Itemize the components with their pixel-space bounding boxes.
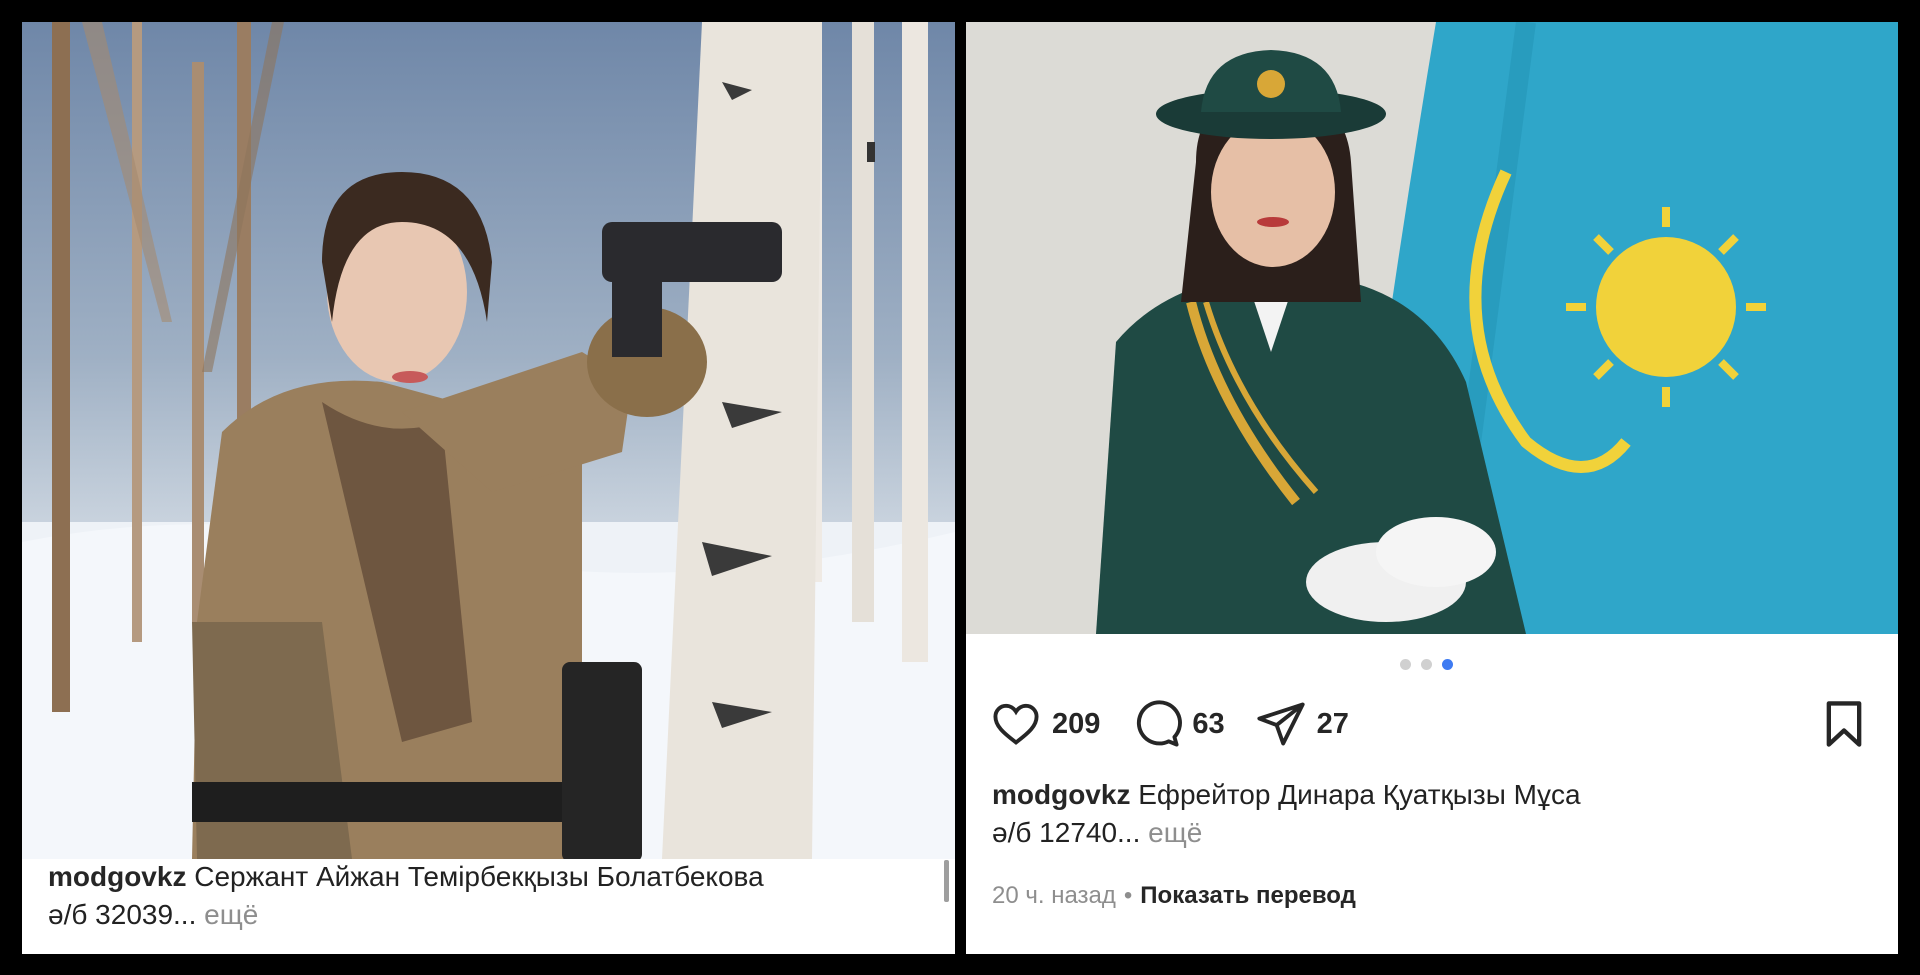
carousel-dot-3-active[interactable] — [1442, 659, 1453, 670]
like-button[interactable]: 209 — [990, 698, 1100, 750]
share-icon — [1257, 702, 1305, 746]
username-link[interactable]: modgovkz — [48, 861, 186, 892]
scrollbar[interactable] — [944, 860, 949, 902]
caption-text-line2: ә/б 32039... — [48, 899, 197, 930]
heart-icon — [993, 703, 1039, 745]
caption-text-line1: Сержант Айжан Темірбекқызы Болатбекова — [194, 861, 764, 892]
photo-illustration — [22, 22, 955, 859]
photo-illustration — [966, 22, 1898, 634]
left-caption: modgovkz Сержант Айжан Темірбекқызы Бола… — [48, 858, 928, 934]
post-photo-soldier-flag[interactable] — [966, 22, 1898, 634]
caption-text-line1: Ефрейтор Динара Қуатқызы Мұса — [1138, 779, 1581, 810]
comment-icon — [1137, 700, 1183, 747]
likes-count[interactable]: 209 — [1052, 708, 1100, 741]
carousel-dot-1[interactable] — [1400, 659, 1411, 670]
show-translation-link[interactable]: Показать перевод — [1140, 882, 1356, 909]
meta-separator: • — [1123, 882, 1133, 909]
left-post: modgovkz Сержант Айжан Темірбекқызы Бола… — [22, 22, 955, 954]
right-post: 209 63 27 modgovkz Ефрейтор Динара Қуатқ… — [966, 22, 1898, 954]
post-meta: 20 ч. назад • Показать перевод — [992, 882, 1356, 910]
action-bar: 209 63 27 — [990, 698, 1379, 750]
shares-count[interactable]: 27 — [1317, 708, 1349, 741]
more-link[interactable]: ещё — [204, 899, 258, 930]
more-link[interactable]: ещё — [1148, 817, 1202, 848]
username-link[interactable]: modgovkz — [992, 779, 1130, 810]
comments-count[interactable]: 63 — [1192, 708, 1224, 741]
comment-button[interactable]: 63 — [1130, 698, 1225, 750]
post-photo-soldier-forest[interactable] — [22, 22, 955, 859]
carousel-indicator — [1400, 659, 1453, 670]
post-timestamp: 20 ч. назад — [992, 882, 1116, 909]
carousel-dot-2[interactable] — [1421, 659, 1432, 670]
caption-text-line2: ә/б 12740... — [992, 817, 1141, 848]
right-caption: modgovkz Ефрейтор Динара Қуатқызы Мұса ә… — [992, 776, 1872, 852]
share-button[interactable]: 27 — [1255, 698, 1349, 750]
bookmark-icon[interactable] — [1818, 698, 1870, 750]
